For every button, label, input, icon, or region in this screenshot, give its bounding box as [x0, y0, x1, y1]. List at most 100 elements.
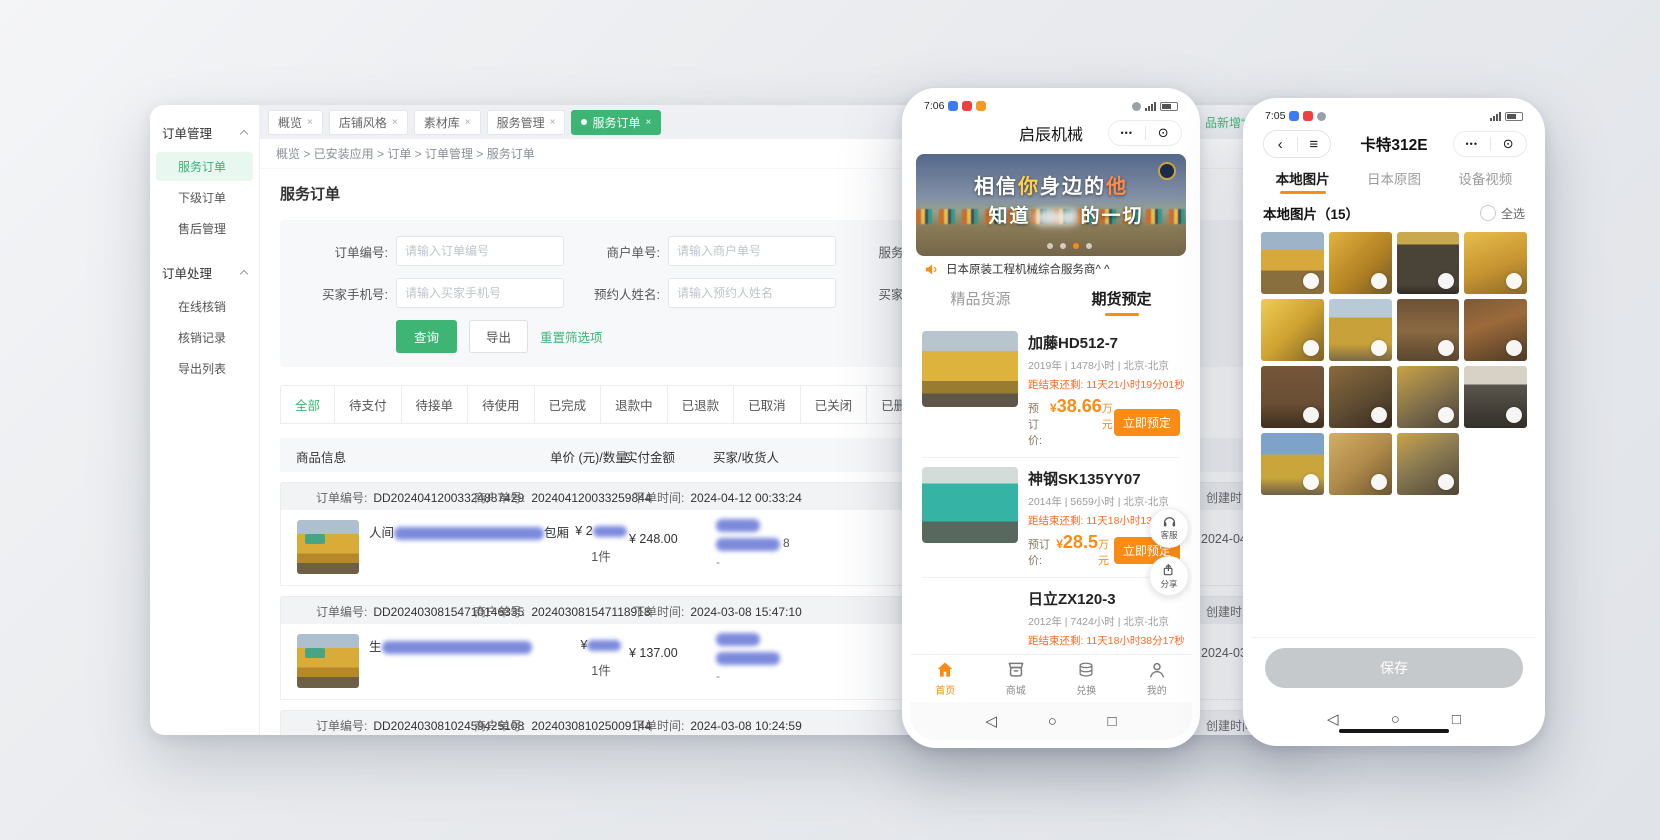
gallery-photo[interactable] [1261, 433, 1324, 495]
gallery-photo[interactable] [1397, 232, 1460, 294]
product-card[interactable]: 加藤HD512-7 2019年 | 1478小时 | 北京-北京 距结束还剩: … [922, 322, 1180, 458]
android-home-icon[interactable]: ○ [1048, 713, 1057, 730]
select-circle-icon[interactable] [1371, 273, 1387, 289]
customer-service-button[interactable]: 客服 [1149, 508, 1189, 548]
tab-home[interactable]: 首页 [910, 655, 981, 702]
select-all-control[interactable]: 全选 [1480, 205, 1525, 222]
product-card[interactable]: 神钢SK135YY07 2014年 | 5659小时 | 北京-北京 距结束还剩… [922, 458, 1180, 578]
sidebar-item-online-verification[interactable]: 在线核销 [156, 292, 253, 321]
android-back-icon[interactable]: ◁ [985, 712, 997, 730]
tab-service-management[interactable]: 服务管理× [487, 110, 566, 135]
sidebar-item-service-orders[interactable]: 服务订单 [156, 152, 253, 181]
export-button[interactable]: 导出 [469, 320, 528, 353]
select-circle-icon[interactable] [1438, 407, 1454, 423]
android-recents-icon[interactable]: □ [1452, 711, 1461, 728]
select-circle-icon[interactable] [1506, 273, 1522, 289]
close-icon[interactable]: × [307, 117, 313, 128]
select-circle-icon[interactable] [1303, 340, 1319, 356]
status-tab-closed[interactable]: 已关闭 [800, 385, 868, 424]
tab-premium-stock[interactable]: 精品货源 [910, 282, 1051, 322]
order-no-label: 订单编号: [316, 719, 367, 733]
status-tab-completed[interactable]: 已完成 [534, 385, 602, 424]
sidebar-item-sub-orders[interactable]: 下级订单 [156, 183, 253, 212]
tab-japan-originals[interactable]: 日本原图 [1348, 164, 1439, 198]
tab-exchange[interactable]: 兑换 [1051, 655, 1122, 702]
tab-overview[interactable]: 概览× [268, 110, 323, 135]
order-time-value: 2024-03-08 15:47:10 [690, 605, 801, 619]
more-options-icon[interactable]: ••• [1454, 139, 1490, 149]
gallery-photo[interactable] [1464, 299, 1527, 361]
gallery-photo[interactable] [1329, 299, 1392, 361]
more-options-icon[interactable]: ••• [1109, 128, 1145, 138]
status-tab-all[interactable]: 全部 [280, 385, 335, 424]
select-circle-icon[interactable] [1438, 474, 1454, 490]
status-tab-pending-accept[interactable]: 待接单 [401, 385, 469, 424]
select-circle-icon[interactable] [1371, 340, 1387, 356]
select-circle-icon[interactable] [1371, 407, 1387, 423]
sidebar-group-order-processing[interactable]: 订单处理 [150, 255, 259, 290]
gallery-photo[interactable] [1329, 232, 1392, 294]
close-icon[interactable]: × [645, 117, 651, 128]
tab-local-images[interactable]: 本地图片 [1257, 164, 1348, 198]
tab-device-videos[interactable]: 设备视频 [1440, 164, 1531, 198]
select-circle-icon[interactable] [1303, 273, 1319, 289]
search-button[interactable]: 查询 [396, 320, 457, 353]
save-button[interactable]: 保存 [1265, 648, 1523, 688]
select-circle-icon[interactable] [1371, 474, 1387, 490]
close-icon[interactable]: × [465, 117, 471, 128]
tab-mall[interactable]: 商城 [981, 655, 1052, 702]
tab-shop-style[interactable]: 店铺风格× [329, 110, 408, 135]
sidebar-item-export-list[interactable]: 导出列表 [156, 354, 253, 383]
tab-service-orders[interactable]: 服务订单× [571, 110, 661, 135]
close-icon[interactable]: × [392, 117, 398, 128]
tab-futures-booking[interactable]: 期货预定 [1051, 282, 1192, 322]
media-tabs: 本地图片 日本原图 设备视频 [1251, 164, 1537, 198]
status-tab-refunded[interactable]: 已退款 [667, 385, 735, 424]
gallery-photo[interactable] [1261, 299, 1324, 361]
gallery-photo[interactable] [1397, 299, 1460, 361]
close-icon[interactable]: × [550, 117, 556, 128]
gallery-photo[interactable] [1329, 433, 1392, 495]
sidebar-item-aftersales[interactable]: 售后管理 [156, 214, 253, 243]
gallery-photo[interactable] [1397, 433, 1460, 495]
android-recents-icon[interactable]: □ [1108, 713, 1117, 730]
status-tab-to-use[interactable]: 待使用 [467, 385, 535, 424]
announcement-bar[interactable]: 日本原装工程机械综合服务商^ ^ [910, 256, 1192, 282]
gallery-photo[interactable] [1261, 366, 1324, 428]
android-home-icon[interactable]: ○ [1391, 711, 1400, 728]
close-minimize-icon[interactable]: ⊙ [1491, 136, 1527, 152]
select-circle-icon[interactable] [1303, 407, 1319, 423]
gallery-photo[interactable] [1329, 366, 1392, 428]
product-card[interactable]: 日立ZX120-3 2012年 | 7424小时 | 北京-北京 距结束还剩: … [922, 578, 1180, 654]
share-button[interactable]: 分享 [1149, 556, 1189, 596]
reservation-name-input[interactable] [668, 278, 836, 308]
sidebar-group-order-management[interactable]: 订单管理 [150, 115, 259, 150]
sidebar-item-verification-records[interactable]: 核销记录 [156, 323, 253, 352]
field-label: 商户单号: [576, 242, 660, 261]
gallery-photo[interactable] [1261, 232, 1324, 294]
status-tab-refunding[interactable]: 退款中 [600, 385, 668, 424]
reset-filters-link[interactable]: 重置筛选项 [540, 327, 603, 346]
radio-icon[interactable] [1480, 205, 1496, 221]
android-back-icon[interactable]: ◁ [1327, 710, 1339, 728]
hero-banner[interactable]: 相信你身边的他 知道的一切 [916, 154, 1186, 256]
reserve-now-button[interactable]: 立即预定 [1114, 409, 1180, 436]
order-no-input[interactable] [396, 236, 564, 266]
quantity: 1件 [561, 660, 641, 679]
carousel-dots[interactable] [1047, 243, 1092, 249]
select-circle-icon[interactable] [1438, 273, 1454, 289]
tab-profile[interactable]: 我的 [1122, 655, 1193, 702]
status-tab-cancelled[interactable]: 已取消 [733, 385, 801, 424]
tab-asset-library[interactable]: 素材库× [414, 110, 481, 135]
gallery-photo[interactable] [1464, 232, 1527, 294]
buyer-phone-input[interactable] [396, 278, 564, 308]
select-circle-icon[interactable] [1506, 407, 1522, 423]
select-circle-icon[interactable] [1506, 340, 1522, 356]
gallery-photo[interactable] [1397, 366, 1460, 428]
merchant-no-input[interactable] [668, 236, 836, 266]
select-circle-icon[interactable] [1303, 474, 1319, 490]
gallery-photo[interactable] [1464, 366, 1527, 428]
select-circle-icon[interactable] [1438, 340, 1454, 356]
status-tab-unpaid[interactable]: 待支付 [334, 385, 402, 424]
close-minimize-icon[interactable]: ⊙ [1146, 125, 1182, 141]
